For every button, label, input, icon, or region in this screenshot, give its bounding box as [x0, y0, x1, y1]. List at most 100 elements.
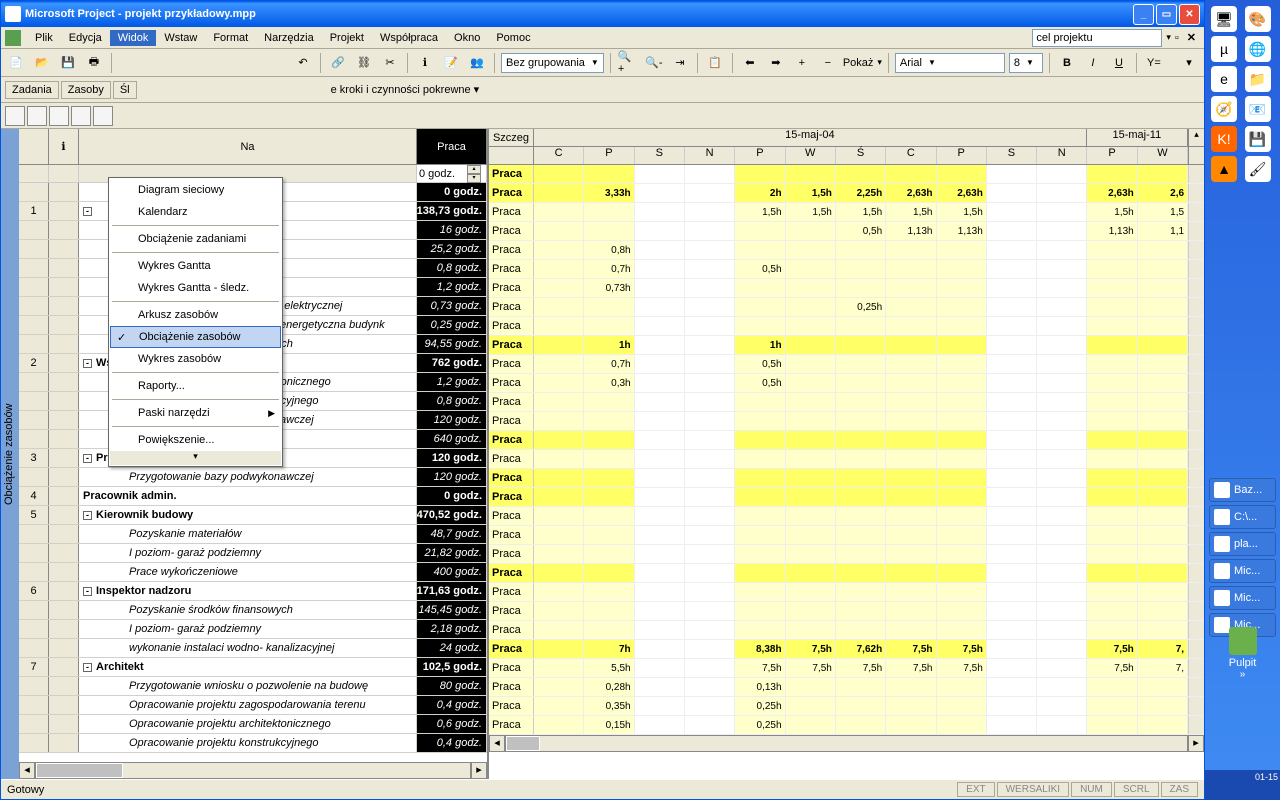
info-column-header[interactable]: ℹ — [49, 129, 79, 164]
task-button-0[interactable]: Baz... — [1209, 478, 1276, 502]
timephased-row[interactable]: Praca0,8h — [489, 241, 1204, 260]
outdent-button[interactable]: ⬅ — [739, 52, 761, 74]
view-icon-3[interactable] — [49, 106, 69, 126]
scroll-up-button[interactable]: ▴ — [1188, 129, 1204, 146]
timephased-row[interactable]: Praca — [489, 412, 1204, 431]
menu-item-paski-narz-dzi[interactable]: Paski narzędzi▶ — [110, 402, 281, 424]
ql-icon-8[interactable]: 📧 — [1245, 96, 1271, 122]
view-icon-4[interactable] — [71, 106, 91, 126]
zoom-in-button[interactable]: 🔍+ — [617, 52, 639, 74]
toolbar-options-button[interactable]: ▾ — [1178, 52, 1200, 74]
ql-icon-3[interactable]: µ — [1211, 36, 1237, 62]
close-button[interactable]: ✕ — [1179, 4, 1200, 25]
restore-button[interactable]: ▫ — [1175, 32, 1179, 44]
group-by-combo[interactable]: Bez grupowania▼ — [501, 53, 604, 73]
doc-close-button[interactable]: ✕ — [1183, 31, 1200, 44]
show-subtasks-button[interactable]: + — [791, 52, 813, 74]
show-desktop-button[interactable]: Pulpit» — [1205, 627, 1280, 680]
timephased-row[interactable]: Praca0,3h0,5h — [489, 374, 1204, 393]
resource-row[interactable]: Opracowanie projektu architektonicznego0… — [19, 715, 487, 734]
hide-subtasks-button[interactable]: − — [817, 52, 839, 74]
task-button-4[interactable]: Mic... — [1209, 586, 1276, 610]
resource-row[interactable]: 5-Kierownik budowy470,52 godz. — [19, 506, 487, 525]
timephased-row[interactable]: Praca0,15h0,25h — [489, 716, 1204, 735]
menu-pomoc[interactable]: Pomoc — [488, 30, 538, 46]
spinner-down[interactable]: ▾ — [467, 174, 481, 183]
menu-okno[interactable]: Okno — [446, 30, 488, 46]
view-tab-2[interactable]: Śl — [113, 81, 137, 99]
menu-item-arkusz-zasob-w[interactable]: Arkusz zasobów — [110, 304, 281, 326]
right-scrollbar[interactable]: ◂▸ — [489, 735, 1204, 752]
resource-row[interactable]: Pozyskanie środków finansowych145,45 god… — [19, 601, 487, 620]
view-icon-2[interactable] — [27, 106, 47, 126]
view-icon-1[interactable] — [5, 106, 25, 126]
spinner-up[interactable]: ▴ — [467, 165, 481, 174]
menu-plik[interactable]: Plik — [27, 30, 61, 46]
split-button[interactable]: ✂ — [379, 52, 401, 74]
show-label[interactable]: Pokaż — [843, 57, 874, 69]
view-tab-0[interactable]: Zadania — [5, 81, 59, 99]
timephased-row[interactable]: Praca1,5h1,5h1,5h1,5h1,5h1,5h1,5 — [489, 203, 1204, 222]
task-button-2[interactable]: pla... — [1209, 532, 1276, 556]
menu-współpraca[interactable]: Współpraca — [372, 30, 446, 46]
info-button[interactable]: ℹ — [414, 52, 436, 74]
ql-icon-4[interactable]: 🌐 — [1245, 36, 1271, 62]
task-button-1[interactable]: C:\... — [1209, 505, 1276, 529]
work-edit-input[interactable] — [417, 168, 467, 180]
menu-item-powi-kszenie-[interactable]: Powiększenie... — [110, 429, 281, 451]
timephased-row[interactable]: Praca0,5h1,13h1,13h1,13h1,1 — [489, 222, 1204, 241]
link-button[interactable]: 🔗 — [327, 52, 349, 74]
zoom-out-button[interactable]: 🔍- — [643, 52, 665, 74]
menu-expand[interactable]: ▾ — [110, 451, 281, 465]
system-tray[interactable]: 01-15 — [1205, 770, 1280, 800]
view-side-label[interactable]: Obciążenie zasobów — [1, 129, 19, 779]
bold-button[interactable]: B — [1056, 52, 1078, 74]
ql-icon-12[interactable]: 🖌 — [1245, 156, 1271, 182]
menu-item-obci-enie-zadaniami[interactable]: Obciążenie zadaniami — [110, 228, 281, 250]
guide-breadcrumb[interactable]: e kroki i czynności pokrewne ▾ — [325, 81, 486, 98]
timephased-row[interactable]: Praca — [489, 165, 1204, 184]
timephased-row[interactable]: Praca — [489, 583, 1204, 602]
view-icon-5[interactable] — [93, 106, 113, 126]
menu-widok[interactable]: Widok — [110, 30, 157, 46]
timephased-row[interactable]: Praca — [489, 526, 1204, 545]
timephased-row[interactable]: Praca — [489, 488, 1204, 507]
timephased-row[interactable]: Praca0,25h — [489, 298, 1204, 317]
copy-picture-button[interactable]: 📋 — [704, 52, 726, 74]
resource-row[interactable]: Przygotowanie bazy podwykonawczej120 god… — [19, 468, 487, 487]
timephased-row[interactable]: Praca0,35h0,25h — [489, 697, 1204, 716]
task-button-3[interactable]: Mic... — [1209, 559, 1276, 583]
maximize-button[interactable]: ▭ — [1156, 4, 1177, 25]
underline-button[interactable]: U — [1108, 52, 1130, 74]
ql-icon-2[interactable]: 🎨 — [1245, 6, 1271, 32]
help-search-input[interactable] — [1032, 29, 1162, 47]
menu-projekt[interactable]: Projekt — [322, 30, 372, 46]
timephased-row[interactable]: Praca — [489, 393, 1204, 412]
timephased-row[interactable]: Praca — [489, 450, 1204, 469]
undo-button[interactable]: ↶ — [292, 52, 314, 74]
resource-row[interactable]: 4Pracownik admin.0 godz. — [19, 487, 487, 506]
italic-button[interactable]: I — [1082, 52, 1104, 74]
resource-row[interactable]: wykonanie instalaci wodno- kanalizacyjne… — [19, 639, 487, 658]
view-tab-1[interactable]: Zasoby — [61, 81, 111, 99]
menu-item-diagram-sieciowy[interactable]: Diagram sieciowy — [110, 179, 281, 201]
menu-wstaw[interactable]: Wstaw — [156, 30, 205, 46]
resource-row[interactable]: 6-Inspektor nadzoru171,63 godz. — [19, 582, 487, 601]
timephased-row[interactable]: Praca — [489, 621, 1204, 640]
left-scrollbar[interactable]: ◂▸ — [19, 762, 487, 779]
ql-icon-10[interactable]: 💾 — [1245, 126, 1271, 152]
timephased-row[interactable]: Praca — [489, 431, 1204, 450]
resource-row[interactable]: I poziom- garaż podziemny21,82 godz. — [19, 544, 487, 563]
new-button[interactable]: 📄 — [5, 52, 27, 74]
resource-row[interactable]: Pozyskanie materiałów48,7 godz. — [19, 525, 487, 544]
timephased-row[interactable]: Praca5,5h7,5h7,5h7,5h7,5h7,5h7,5h7, — [489, 659, 1204, 678]
timephased-row[interactable]: Praca — [489, 507, 1204, 526]
timephased-row[interactable]: Praca7h8,38h7,5h7,62h7,5h7,5h7,5h7, — [489, 640, 1204, 659]
timephased-row[interactable]: Praca0,73h — [489, 279, 1204, 298]
ql-icon-11[interactable]: ▲ — [1211, 156, 1237, 182]
assign-button[interactable]: 👥 — [466, 52, 488, 74]
ql-icon-7[interactable]: 🧭 — [1211, 96, 1237, 122]
notes-button[interactable]: 📝 — [440, 52, 462, 74]
help-search-dropdown-icon[interactable]: ▾ — [1166, 32, 1171, 43]
timephased-row[interactable]: Praca — [489, 469, 1204, 488]
